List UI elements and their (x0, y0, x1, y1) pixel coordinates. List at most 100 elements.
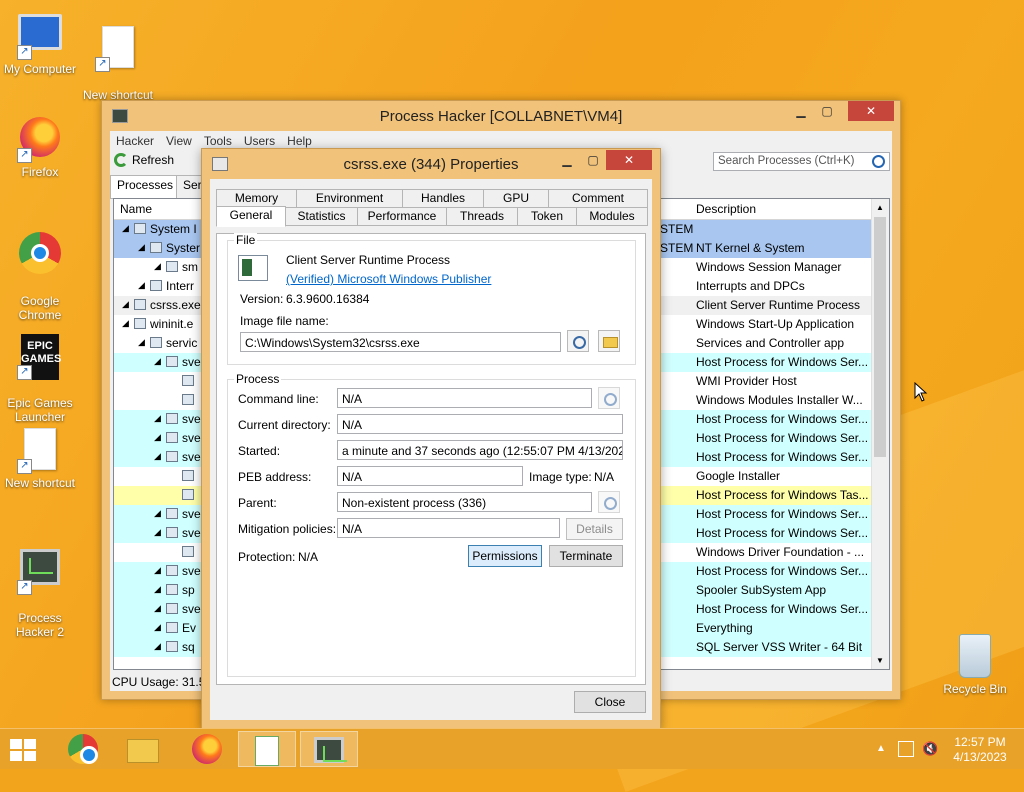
shortcut-arrow-icon: ↗ (17, 148, 32, 163)
main-titlebar[interactable]: Process Hacker [COLLABNET\VM4] ▁ ▢ ✕ (102, 101, 900, 131)
scroll-up-icon[interactable]: ▲ (876, 203, 884, 212)
expand-arrow-icon[interactable]: ◢ (122, 299, 129, 310)
vertical-scrollbar[interactable]: ▲ ▼ (871, 199, 889, 669)
peb-address-field[interactable]: N/A (337, 466, 523, 486)
details-button[interactable]: Details (566, 518, 623, 540)
desktop-icon-recycle-bin[interactable]: Recycle Bin (935, 632, 1015, 696)
expand-arrow-icon[interactable]: ◢ (138, 280, 145, 291)
process-name: Syster (166, 241, 201, 255)
desktop-icon-epic-games[interactable]: EPIC GAMES ↗ Epic Games Launcher (0, 320, 80, 438)
expand-arrow-icon[interactable]: ◢ (138, 242, 145, 253)
tab-handles[interactable]: Handles (402, 189, 484, 208)
process-description: Services and Controller app (696, 336, 845, 350)
tab-gpu[interactable]: GPU (483, 189, 549, 208)
process-icon (166, 584, 178, 595)
publisher-link[interactable]: (Verified) Microsoft Windows Publisher (286, 272, 491, 286)
taskbar-notepad-plus[interactable] (238, 731, 296, 767)
started-field[interactable]: a minute and 37 seconds ago (12:55:07 PM… (337, 440, 623, 460)
tab-comment[interactable]: Comment (548, 189, 648, 208)
dialog-body: Memory Environment Handles GPU Comment G… (210, 179, 652, 720)
command-line-label: Command line: (238, 392, 319, 406)
expand-arrow-icon[interactable]: ◢ (154, 261, 161, 272)
tab-modules[interactable]: Modules (576, 207, 648, 226)
mouse-cursor-icon (914, 382, 928, 402)
expand-arrow-icon[interactable]: ◢ (154, 527, 161, 538)
taskbar-firefox[interactable] (178, 731, 236, 767)
show-hidden-icons-icon[interactable]: ▲ (876, 743, 886, 754)
expand-arrow-icon[interactable]: ◢ (154, 451, 161, 462)
desktop-icon-label: Recycle Bin (943, 682, 1007, 696)
desktop-icon-my-computer[interactable]: ↗ My Computer (0, 10, 80, 76)
folder-icon (603, 337, 618, 348)
taskbar-chrome[interactable] (54, 731, 112, 767)
process-name: sve (182, 526, 201, 540)
dialog-minimize-button[interactable]: ▁ (554, 150, 580, 170)
maximize-button[interactable]: ▢ (814, 101, 840, 121)
dialog-close-x-button[interactable]: ✕ (606, 150, 652, 170)
current-directory-field[interactable]: N/A (337, 414, 623, 434)
parent-inspect-button[interactable] (598, 491, 620, 513)
process-icon (134, 299, 146, 310)
desktop-icon-label: Process Hacker 2 (15, 611, 65, 639)
refresh-button[interactable]: Refresh (114, 153, 174, 167)
close-button[interactable]: ✕ (848, 101, 894, 121)
tab-statistics[interactable]: Statistics (285, 207, 358, 226)
expand-arrow-icon[interactable]: ◢ (138, 337, 145, 348)
image-file-name-field[interactable]: C:\Windows\System32\csrss.exe (240, 332, 561, 352)
desktop-icon-new-shortcut[interactable]: ↗ New shortcut (0, 426, 80, 490)
tab-performance[interactable]: Performance (357, 207, 447, 226)
expand-arrow-icon[interactable]: ◢ (154, 622, 161, 633)
column-description[interactable]: Description (696, 202, 756, 216)
permissions-button[interactable]: Permissions (468, 545, 542, 567)
menu-view[interactable]: View (166, 131, 198, 151)
scroll-down-icon[interactable]: ▼ (876, 656, 884, 665)
expand-arrow-icon[interactable]: ◢ (122, 223, 129, 234)
taskbar-clock[interactable]: 12:57 PM 4/13/2023 (943, 735, 1017, 765)
minimize-button[interactable]: ▁ (788, 101, 814, 121)
parent-field[interactable]: Non-existent process (336) (337, 492, 592, 512)
expand-arrow-icon[interactable]: ◢ (154, 356, 161, 367)
process-icon (166, 527, 178, 538)
command-line-inspect-button[interactable] (598, 387, 620, 409)
taskbar-process-hacker[interactable] (300, 731, 358, 767)
inspect-image-button[interactable] (567, 330, 589, 352)
process-name: sq (182, 640, 195, 654)
expand-arrow-icon[interactable]: ◢ (122, 318, 129, 329)
expand-arrow-icon[interactable]: ◢ (154, 432, 161, 443)
desktop-icon-firefox[interactable]: ↗ Firefox (0, 114, 80, 179)
dialog-close-button[interactable]: Close (574, 691, 646, 713)
tab-processes[interactable]: Processes (110, 175, 181, 199)
taskbar-file-explorer[interactable] (114, 731, 172, 767)
expand-arrow-icon[interactable]: ◢ (154, 603, 161, 614)
process-name: sve (182, 602, 201, 616)
menu-hacker[interactable]: Hacker (116, 131, 160, 151)
command-line-field[interactable]: N/A (337, 388, 592, 408)
current-directory-label: Current directory: (238, 418, 331, 432)
network-icon[interactable] (898, 741, 914, 757)
mitigation-policies-field[interactable]: N/A (337, 518, 560, 538)
process-description: Windows Modules Installer W... (696, 393, 863, 407)
column-name[interactable]: Name (120, 202, 152, 216)
expand-arrow-icon[interactable]: ◢ (154, 641, 161, 652)
terminate-button[interactable]: Terminate (549, 545, 623, 567)
search-processes-input[interactable]: Search Processes (Ctrl+K) (713, 152, 890, 171)
expand-arrow-icon[interactable]: ◢ (154, 413, 161, 424)
expand-arrow-icon[interactable]: ◢ (154, 584, 161, 595)
desktop-icon-process-hacker[interactable]: ↗ Process Hacker 2 (0, 530, 80, 653)
tab-general[interactable]: General (216, 206, 286, 227)
search-placeholder: Search Processes (Ctrl+K) (718, 155, 855, 167)
dialog-maximize-button[interactable]: ▢ (580, 150, 606, 170)
tab-token[interactable]: Token (517, 207, 577, 226)
open-file-location-button[interactable] (598, 330, 620, 352)
process-name: sm (182, 260, 198, 274)
process-name: csrss.exe (150, 298, 201, 312)
process-description: Windows Driver Foundation - ... (696, 545, 865, 559)
volume-muted-icon[interactable]: 🔇 (922, 741, 938, 757)
expand-arrow-icon[interactable]: ◢ (154, 565, 161, 576)
tab-environment[interactable]: Environment (296, 189, 403, 208)
expand-arrow-icon[interactable]: ◢ (154, 508, 161, 519)
scrollbar-thumb[interactable] (874, 217, 886, 457)
tab-threads[interactable]: Threads (446, 207, 518, 226)
start-button[interactable] (0, 731, 58, 767)
desktop-icon-chrome[interactable]: Google Chrome (0, 216, 80, 336)
